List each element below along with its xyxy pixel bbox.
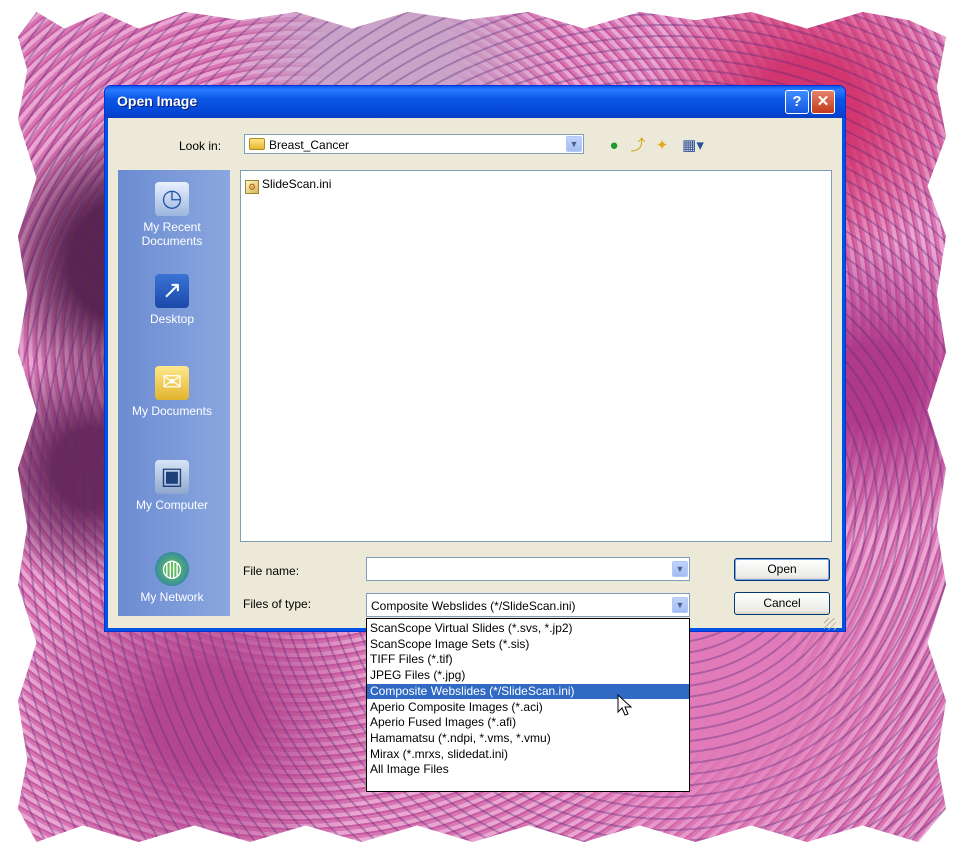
ini-file-icon: ⚙ [245,180,259,194]
look-in-value: Breast_Cancer [269,138,350,152]
filetype-option-selected[interactable]: Composite Webslides (*/SlideScan.ini) [367,683,689,700]
files-of-type-dropdown: ScanScope Virtual Slides (*.svs, *.jp2) … [366,618,690,792]
files-of-type-value: Composite Webslides (*/SlideScan.ini) [371,599,576,613]
file-item-slidescan-ini[interactable]: ⚙ SlideScan.ini [245,177,331,194]
view-menu-icon[interactable]: ▦▾ [677,136,709,156]
file-name-label: File name: [243,564,300,578]
file-name-input[interactable]: ▼ [366,557,690,581]
look-in-combo[interactable]: Breast_Cancer ▼ [244,134,584,154]
filetype-option[interactable]: Hamamatsu (*.ndpi, *.vms, *.vmu) [367,731,689,747]
filetype-option[interactable]: ScanScope Virtual Slides (*.svs, *.jp2) [367,621,689,637]
up-folder-icon[interactable]: ⤴ [628,136,648,156]
place-label: Desktop [149,312,195,326]
filetype-option[interactable]: ScanScope Image Sets (*.sis) [367,637,689,653]
place-my-network[interactable]: ◍ My Network [118,552,226,604]
place-my-documents[interactable]: ✉ My Documents [118,366,226,418]
filetype-option[interactable]: Aperio Composite Images (*.aci) [367,700,689,716]
place-my-computer[interactable]: ▣ My Computer [118,460,226,512]
filetype-option[interactable]: All Image Files [367,762,689,778]
resize-grip[interactable] [824,618,836,630]
new-folder-icon[interactable]: ✦ [652,136,672,156]
close-button[interactable]: ✕ [811,90,835,114]
file-name: SlideScan.ini [262,177,332,191]
place-label: My Computer [135,498,209,512]
place-label: My Documents [131,404,213,418]
my-documents-icon: ✉ [155,366,189,400]
title-bar[interactable]: Open Image ? ✕ [105,86,845,118]
chevron-down-icon[interactable]: ▼ [566,136,582,152]
place-label: My Recent Documents [141,220,203,248]
place-label: My Network [140,590,204,604]
back-icon[interactable]: ● [604,136,624,156]
filetype-option[interactable]: JPEG Files (*.jpg) [367,668,689,684]
files-of-type-label: Files of type: [243,597,312,611]
places-bar: ◷ My Recent Documents ↗ Desktop ✉ My Doc… [118,170,230,616]
files-of-type-select[interactable]: Composite Webslides (*/SlideScan.ini) ▼ [366,593,690,617]
filetype-option[interactable]: Mirax (*.mrxs, slidedat.ini) [367,747,689,763]
look-in-label: Look in: [179,139,222,153]
help-button[interactable]: ? [785,90,809,114]
filetype-option[interactable]: Aperio Fused Images (*.afi) [367,715,689,731]
filetype-option[interactable]: TIFF Files (*.tif) [367,652,689,668]
open-button[interactable]: Open [734,558,830,581]
recent-documents-icon: ◷ [155,182,189,216]
folder-icon [249,138,265,150]
chevron-down-icon[interactable]: ▼ [672,561,688,577]
dialog-title: Open Image [117,93,198,109]
place-my-recent-documents[interactable]: ◷ My Recent Documents [118,182,226,248]
mouse-cursor-icon [617,694,633,716]
my-network-icon: ◍ [155,552,189,586]
cancel-button[interactable]: Cancel [734,592,830,615]
desktop-icon: ↗ [155,274,189,308]
my-computer-icon: ▣ [155,460,189,494]
place-desktop[interactable]: ↗ Desktop [118,274,226,326]
chevron-down-icon[interactable]: ▼ [672,597,688,613]
file-list[interactable]: ⚙ SlideScan.ini [240,170,832,542]
